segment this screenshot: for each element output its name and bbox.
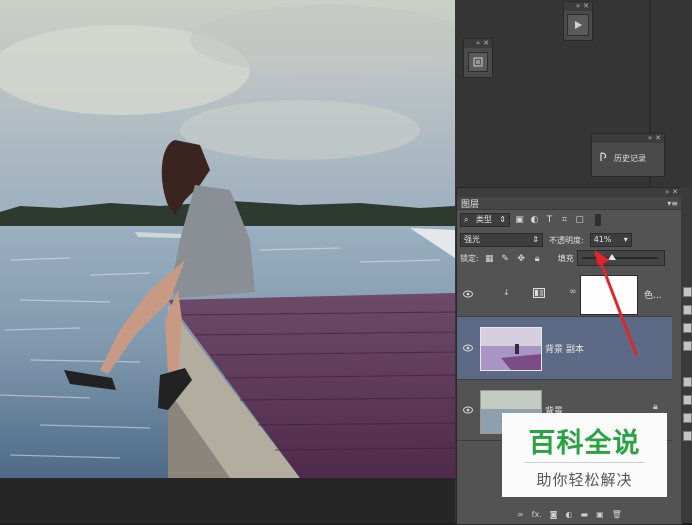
link-layers-icon[interactable]: ∞ <box>517 510 524 519</box>
lock-brush-icon[interactable]: ✎ <box>500 253 511 264</box>
eye-icon[interactable] <box>463 289 473 299</box>
filter-shape-icon[interactable]: ⌗ <box>559 215 570 226</box>
lock-move-icon[interactable]: ✥ <box>516 253 527 264</box>
watermark-title: 百科全说 <box>528 428 641 459</box>
opacity-value: 41% <box>593 235 612 244</box>
collapse-icon[interactable]: » <box>665 188 669 197</box>
collapse-icon[interactable]: » <box>576 2 580 11</box>
fx-icon[interactable]: fx. <box>532 510 542 519</box>
layers-footer: ∞ fx. ◙ ◐ ▬ ▣ 🗑︎ <box>517 510 622 519</box>
dock-icon[interactable] <box>683 413 692 423</box>
right-dock-strip[interactable] <box>681 187 692 523</box>
dock-icon[interactable] <box>683 305 692 315</box>
photo-image <box>0 0 455 478</box>
lock-transparent-icon[interactable]: ▦ <box>484 253 495 264</box>
spin-icon: ⇕ <box>499 215 506 224</box>
clip-indicator-icon: ↓ <box>503 288 510 297</box>
panel-menu-icon[interactable]: ▾≡ <box>667 199 678 208</box>
adjustment-icon[interactable]: ◐ <box>566 510 573 519</box>
mini-panel-header[interactable]: » ✕ <box>464 39 492 48</box>
search-icon: ⌕ <box>464 215 469 224</box>
adjustment-layer-icon <box>533 288 545 301</box>
lock-all-icon[interactable]: 🔒︎ <box>532 253 543 264</box>
dock-icon[interactable] <box>683 395 692 405</box>
new-layer-icon[interactable]: ▣ <box>596 510 604 519</box>
fill-label: 填充 <box>557 254 574 263</box>
history-panel: » ✕ 历史记录 <box>591 133 665 177</box>
link-icon[interactable]: ∞ <box>569 287 577 297</box>
close-icon[interactable]: ✕ <box>655 134 661 143</box>
filter-row: ⌕ 类型 ⇕ ▣ ◐ T ⌗ ▢ <box>460 213 601 227</box>
canvas-bottom-area <box>0 478 455 523</box>
chevron-down-icon: ⇕ <box>532 235 539 244</box>
blend-row: 强光 ⇕ 不透明度: 41% ▾ <box>460 233 632 247</box>
layer-name[interactable]: 背景 副本 <box>545 342 584 355</box>
filter-type-icon[interactable]: T <box>544 215 555 226</box>
document-canvas[interactable] <box>0 0 455 478</box>
play-icon[interactable] <box>567 14 589 36</box>
close-icon[interactable]: ✕ <box>583 2 589 11</box>
mini-panel-left: » ✕ <box>463 38 493 78</box>
history-icon <box>598 151 610 166</box>
filter-kind-value: 类型 <box>475 215 492 224</box>
chevron-down-icon: ▾ <box>623 235 628 244</box>
trash-icon[interactable]: 🗑︎ <box>612 510 622 519</box>
filter-adjustment-icon[interactable]: ◐ <box>529 215 540 226</box>
watermark-badge: 百科全说 助你轻松解决 <box>502 413 667 497</box>
filter-smart-object-icon[interactable]: ▢ <box>574 215 585 226</box>
history-panel-header[interactable]: » ✕ <box>592 134 664 143</box>
filter-pixel-icon[interactable]: ▣ <box>514 215 525 226</box>
dock-icon[interactable] <box>683 431 692 441</box>
filter-toggle[interactable] <box>595 214 601 226</box>
mask-icon[interactable]: ◙ <box>550 510 558 519</box>
folder-icon[interactable]: ▬ <box>581 510 589 519</box>
mini-panel-header[interactable]: » ✕ <box>564 2 592 11</box>
dock-icon[interactable] <box>683 323 692 333</box>
lock-row: 锁定: ▦ ✎ ✥ 🔒︎ 填充 <box>460 253 574 264</box>
dock-icon[interactable] <box>683 377 692 387</box>
dock-icon[interactable] <box>683 341 692 351</box>
actions-icon[interactable] <box>468 52 488 72</box>
dock-icon[interactable] <box>683 287 692 297</box>
history-label: 历史记录 <box>614 153 646 163</box>
collapse-icon[interactable]: » <box>648 134 652 143</box>
eye-icon[interactable] <box>463 405 473 415</box>
blend-mode-select[interactable]: 强光 ⇕ <box>460 233 543 247</box>
lock-label: 锁定: <box>460 254 479 263</box>
close-icon[interactable]: ✕ <box>483 39 489 48</box>
close-icon[interactable]: ✕ <box>672 188 678 197</box>
opacity-label: 不透明度: <box>549 235 584 245</box>
opacity-input[interactable]: 41% ▾ <box>589 233 632 247</box>
layers-panel-header[interactable]: » ✕ <box>457 188 682 197</box>
eye-icon[interactable] <box>463 343 473 353</box>
history-button[interactable]: 历史记录 <box>592 143 664 173</box>
annotation-arrow <box>594 250 638 356</box>
watermark-divider <box>524 462 645 463</box>
tab-layers[interactable]: 图层 <box>461 197 479 210</box>
collapse-icon[interactable]: » <box>476 39 480 48</box>
filter-kind-select[interactable]: ⌕ 类型 ⇕ <box>460 213 510 227</box>
watermark-subtitle: 助你轻松解决 <box>536 471 633 489</box>
lock-icon: 🔒︎ <box>653 402 658 412</box>
blend-mode-value: 强光 <box>464 235 480 244</box>
mini-panel-top: » ✕ <box>563 1 593 41</box>
layer-thumbnail[interactable] <box>480 327 542 371</box>
layers-tabbar: 图层 ▾≡ <box>457 197 682 210</box>
